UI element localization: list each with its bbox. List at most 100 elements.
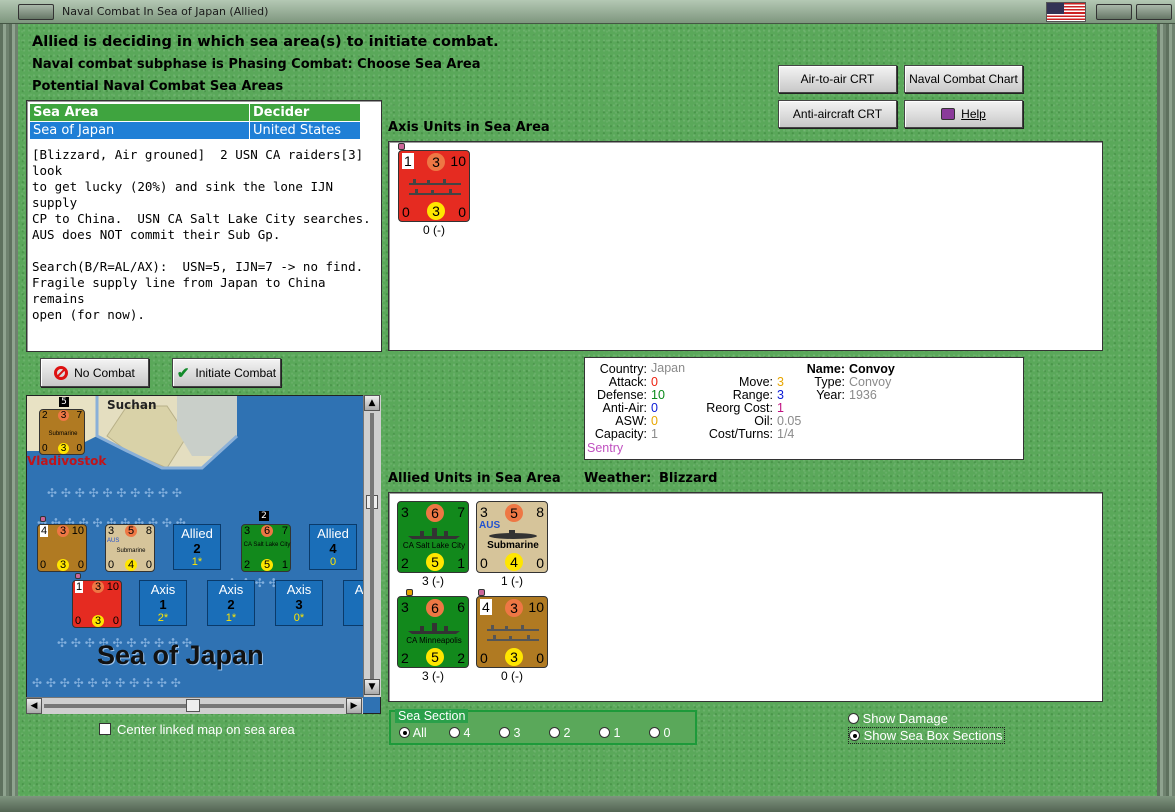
axis-unit-status: 0 (-) — [423, 223, 445, 237]
stack-count-badge: 2 — [259, 511, 269, 521]
submarine-icon — [489, 530, 537, 539]
sea-area-table: Sea Area Decider Sea of Japan United Sta… — [29, 103, 361, 140]
sea-section-option-0[interactable]: 0 — [649, 726, 670, 740]
unit-marker-icon — [40, 516, 46, 522]
map-label-suchan: Suchan — [107, 398, 157, 412]
horizontal-scroll-thumb[interactable] — [186, 699, 200, 712]
axis-units-label: Axis Units in Sea Area — [388, 120, 550, 135]
help-button[interactable]: Help — [904, 100, 1023, 128]
map-horizontal-scrollbar[interactable]: ◀ ▶ — [26, 697, 363, 714]
show-damage-label: Show Damage — [862, 711, 948, 726]
scroll-up-icon[interactable]: ▲ — [364, 395, 380, 411]
axis-unit-convoy[interactable]: 1 3 10 0 3 0 — [398, 150, 470, 222]
allied-unit-convoy[interactable]: 4 3 10 0 3 0 — [476, 596, 548, 668]
sea-box-axis-1[interactable]: Axis 1 2* — [139, 580, 187, 626]
system-menu-button[interactable] — [18, 4, 54, 20]
weather-value: Blizzard — [659, 471, 718, 486]
unit-info-panel: Country: Japan Attack: 0 Defense: 10 Ant… — [584, 357, 1024, 460]
sea-box-allied-2[interactable]: Allied 2 1* — [173, 524, 221, 570]
window-title: Naval Combat In Sea of Japan (Allied) — [62, 5, 269, 18]
allied-unit-ca-salt-lake-city[interactable]: 3 6 7 CA Salt Lake City 2 5 1 — [397, 501, 469, 573]
sea-section-option-1[interactable]: 1 — [599, 726, 620, 740]
convoy-ships-icon — [409, 179, 461, 195]
sea-box-axis-3[interactable]: Axis 3 0* — [275, 580, 323, 626]
frame-right — [1157, 24, 1175, 796]
no-combat-label: No Combat — [74, 365, 135, 380]
status-line-2: Naval combat subphase is Phasing Combat:… — [32, 57, 481, 72]
book-icon — [941, 108, 956, 120]
show-damage-radio[interactable] — [848, 713, 859, 724]
axis-units-panel: 1 3 10 0 3 0 0 (-) — [388, 141, 1103, 351]
minimize-button[interactable] — [1096, 4, 1132, 20]
anti-aircraft-crt-button[interactable]: Anti-aircraft CRT — [778, 100, 897, 128]
sea-section-option-all[interactable]: All — [399, 726, 427, 740]
scroll-right-icon[interactable]: ▶ — [346, 698, 362, 714]
sentry-status: Sentry — [587, 441, 624, 455]
no-combat-button[interactable]: No Combat — [40, 358, 149, 387]
cell-sea-area[interactable]: Sea of Japan — [29, 121, 250, 140]
frame-left — [0, 24, 18, 796]
linked-map[interactable]: ✣ ✣ ✣ ✣ ✣ ✣ ✣ ✣ ✣ ✣ ✣ ✣ ✣ ✣ ✣ ✣ ✣ ✣ ✣ ✣ … — [26, 395, 381, 714]
sea-area-panel: Sea Area Decider Sea of Japan United Sta… — [26, 100, 382, 352]
naval-combat-chart-button[interactable]: Naval Combat Chart — [904, 65, 1023, 93]
show-sea-box-option[interactable]: Show Sea Box Sections — [848, 727, 1006, 744]
allied-unit-status: 3 (-) — [422, 574, 444, 588]
show-damage-option[interactable]: Show Damage — [848, 711, 948, 726]
initiate-combat-label: Initiate Combat — [195, 365, 277, 380]
allied-unit-status: 3 (-) — [422, 669, 444, 683]
status-line-3: Potential Naval Combat Sea Areas — [32, 79, 284, 94]
sea-box-allied-4[interactable]: Allied 4 0 — [309, 524, 357, 570]
map-vertical-scrollbar[interactable]: ▲ ▼ — [363, 395, 381, 697]
sea-box-axis-2[interactable]: Axis 2 1* — [207, 580, 255, 626]
allied-unit-status: 1 (-) — [501, 574, 523, 588]
status-line-1: Allied is deciding in which sea area(s) … — [32, 34, 499, 50]
allied-unit-ca-minneapolis[interactable]: 3 6 6 CA Minneapolis 2 5 2 — [397, 596, 469, 668]
scroll-left-icon[interactable]: ◀ — [26, 698, 42, 714]
cell-decider[interactable]: United States — [249, 121, 361, 140]
sea-section-group: Sea Section All 4 3 2 1 0 — [389, 709, 697, 745]
unit-marker-icon — [398, 143, 405, 150]
checkmark-icon: ✔ — [176, 364, 190, 382]
sea-section-option-4[interactable]: 4 — [449, 726, 470, 740]
allied-unit-aus-submarine[interactable]: 3 5 8 AUS Submarine 0 4 0 — [476, 501, 548, 573]
sea-section-legend: Sea Section — [395, 709, 469, 723]
center-map-checkbox[interactable] — [99, 723, 111, 735]
map-counter-aus-submarine[interactable]: 3 5 8 AUS Submarine 0 4 0 — [105, 524, 155, 572]
cruiser-icon — [408, 528, 460, 539]
content-area: Allied is deciding in which sea area(s) … — [18, 24, 1157, 796]
col-sea-area[interactable]: Sea Area — [29, 103, 250, 122]
sea-section-option-3[interactable]: 3 — [499, 726, 520, 740]
scroll-down-icon[interactable]: ▼ — [364, 679, 380, 695]
convoy-ships-icon — [487, 625, 539, 641]
no-entry-icon — [54, 365, 69, 380]
col-decider[interactable]: Decider — [249, 103, 361, 122]
map-submarine-counter[interactable]: 2 3 7 Submarine 0 3 0 — [39, 409, 85, 455]
stack-count-badge: 5 — [59, 397, 69, 407]
map-counter-convoy-allied[interactable]: 4 3 10 0 3 0 — [37, 524, 87, 572]
allied-units-panel: 3 6 7 CA Salt Lake City 2 5 1 3 (-) 3 5 … — [388, 492, 1103, 702]
naval-combat-window: Naval Combat In Sea of Japan (Allied) Al… — [0, 0, 1175, 812]
air-to-air-crt-button[interactable]: Air-to-air CRT — [778, 65, 897, 93]
cruiser-icon — [408, 623, 460, 634]
map-sea-title: Sea of Japan — [97, 640, 264, 670]
sea-section-option-2[interactable]: 2 — [549, 726, 570, 740]
center-map-label: Center linked map on sea area — [117, 722, 295, 737]
allied-unit-status: 0 (-) — [501, 669, 523, 683]
unit-marker-icon — [75, 573, 81, 579]
initiate-combat-button[interactable]: ✔ Initiate Combat — [172, 358, 281, 387]
weather-label: Weather: — [584, 471, 652, 486]
table-row[interactable]: Sea of Japan United States — [29, 121, 361, 140]
frame-bottom — [0, 796, 1175, 812]
allied-units-label: Allied Units in Sea Area — [388, 471, 561, 486]
combat-notes: [Blizzard, Air grouned] 2 USN CA raiders… — [32, 147, 371, 322]
map-counter-convoy-axis[interactable]: 1 3 10 0 3 0 — [72, 580, 122, 628]
show-sea-box-radio[interactable] — [849, 730, 860, 741]
us-flag-icon — [1046, 2, 1086, 22]
close-button[interactable] — [1136, 4, 1172, 20]
map-label-vladivostok: Vladivostok — [27, 454, 107, 468]
unit-marker-icon — [406, 589, 413, 596]
show-sea-box-label: Show Sea Box Sections — [863, 728, 1003, 743]
map-counter-ca-salt-lake-city[interactable]: 3 6 7 CA Salt Lake City 2 5 1 — [241, 524, 291, 572]
title-bar[interactable]: Naval Combat In Sea of Japan (Allied) — [0, 0, 1175, 24]
unit-marker-icon — [478, 589, 485, 596]
